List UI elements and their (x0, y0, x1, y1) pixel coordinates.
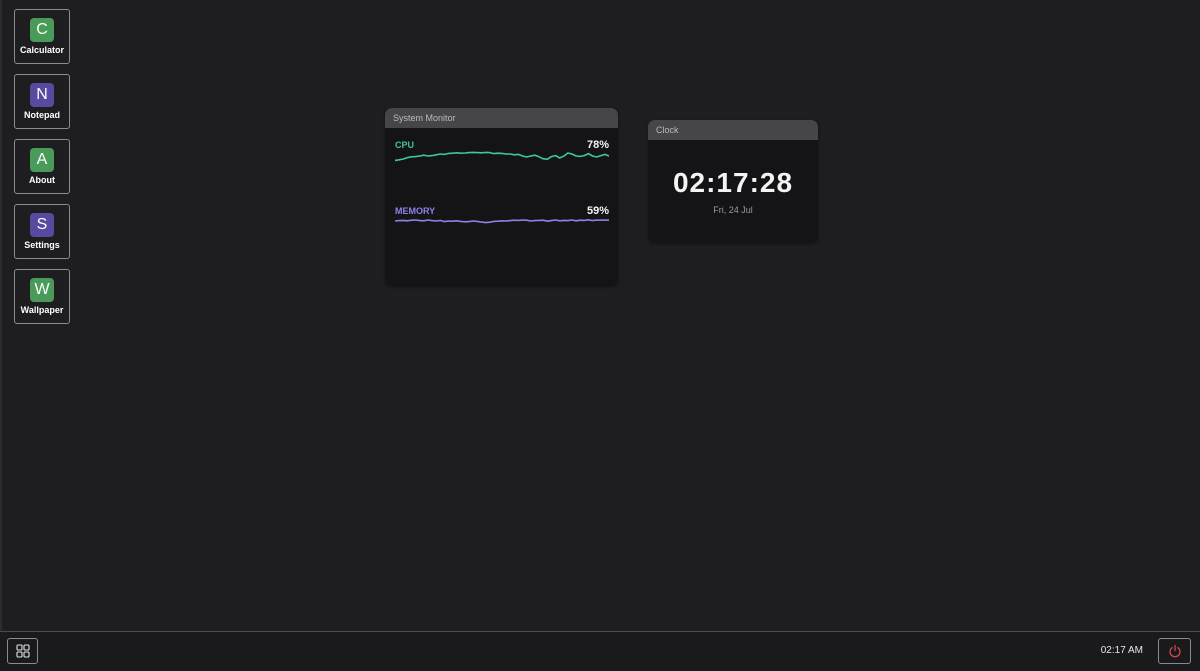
desktop[interactable]: C Calculator N Notepad A About S Setting… (0, 0, 1200, 631)
grid-icon (15, 644, 30, 658)
calculator-icon: C (30, 18, 54, 42)
widget-title-bar[interactable]: System Monitor (385, 108, 618, 128)
power-button[interactable] (1158, 638, 1191, 664)
desktop-icon-settings[interactable]: S Settings (14, 204, 70, 259)
clock-widget[interactable]: Clock 02:17:28 Fri, 24 Jul (648, 120, 818, 243)
memory-history-line (395, 219, 609, 224)
notepad-icon: N (30, 83, 54, 107)
start-menu-button[interactable] (7, 638, 38, 664)
clock-date: Fri, 24 Jul (713, 205, 753, 215)
cpu-history-line (395, 151, 609, 162)
wallpaper-icon: W (30, 278, 54, 302)
taskbar-clock[interactable]: 02:17 AM (1101, 645, 1143, 656)
cpu-sparkline (395, 151, 609, 162)
taskbar: 02:17 AM (0, 631, 1200, 671)
desktop-icon-calculator[interactable]: C Calculator (14, 9, 70, 64)
widget-title-bar[interactable]: Clock (648, 120, 818, 140)
desktop-icon-label: Settings (24, 240, 60, 250)
desktop-icon-about[interactable]: A About (14, 139, 70, 194)
power-icon (1168, 644, 1181, 658)
desktop-icon-wallpaper[interactable]: W Wallpaper (14, 269, 70, 324)
system-monitor-widget[interactable]: System Monitor CPU 78% MEMORY 59% (385, 108, 618, 286)
desktop-icon-label: Notepad (24, 110, 60, 120)
desktop-icon-label: Calculator (19, 45, 64, 55)
settings-icon: S (30, 213, 54, 237)
about-icon: A (30, 148, 54, 172)
clock-time: 02:17:28 (672, 167, 794, 198)
desktop-icon-label: About (29, 175, 55, 185)
desktop-icon-label: Wallpaper (20, 305, 64, 315)
memory-sparkline (395, 219, 609, 224)
desktop-icon-notepad[interactable]: N Notepad (14, 74, 70, 129)
